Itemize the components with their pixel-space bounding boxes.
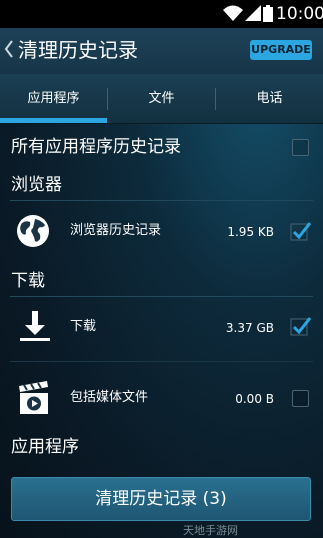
battery-icon xyxy=(263,5,273,22)
status-bar: 10:00 xyxy=(0,0,323,28)
item-size: 1.95 KB xyxy=(227,225,274,239)
tab-selected-indicator xyxy=(0,118,107,123)
section-header-browser: 浏览器 xyxy=(11,175,62,195)
download-icon xyxy=(20,311,50,341)
tab-apps[interactable]: 应用程序 xyxy=(0,74,107,124)
unchecked-checkbox[interactable] xyxy=(292,390,309,407)
globe-icon xyxy=(17,215,49,247)
watermark: 天地手游网 xyxy=(183,524,238,537)
all-apps-history-checkbox[interactable] xyxy=(292,139,309,156)
signal-icon xyxy=(245,5,261,21)
all-apps-history-label: 所有应用程序历史记录 xyxy=(11,137,181,157)
page-title[interactable]: 清理历史记录 xyxy=(18,37,138,63)
wifi-icon xyxy=(223,5,243,21)
upgrade-button[interactable]: UPGRADE xyxy=(250,40,312,60)
checked-checkbox-icon[interactable] xyxy=(290,220,312,242)
item-size: 0.00 B xyxy=(235,392,274,406)
status-time: 10:00 xyxy=(276,4,323,24)
checked-checkbox-icon[interactable] xyxy=(290,315,312,337)
tab-bar: 应用程序 文件 电话 xyxy=(0,74,323,124)
clean-history-button[interactable]: 清理历史记录 (3) xyxy=(11,477,311,521)
section-divider xyxy=(10,200,313,201)
item-label: 下载 xyxy=(70,319,97,334)
row-divider xyxy=(10,361,313,362)
tab-files[interactable]: 文件 xyxy=(108,74,215,124)
section-header-apps: 应用程序 xyxy=(11,437,79,457)
media-clapper-icon xyxy=(19,381,48,414)
item-label: 包括媒体文件 xyxy=(70,390,149,405)
back-chevron-icon[interactable] xyxy=(4,38,14,60)
app-bar: 清理历史记录 UPGRADE xyxy=(0,28,323,74)
item-size: 3.37 GB xyxy=(225,321,274,335)
section-header-downloads: 下载 xyxy=(11,271,45,291)
section-divider xyxy=(10,296,313,297)
item-label: 浏览器历史记录 xyxy=(70,223,162,238)
tab-phone[interactable]: 电话 xyxy=(216,74,323,124)
